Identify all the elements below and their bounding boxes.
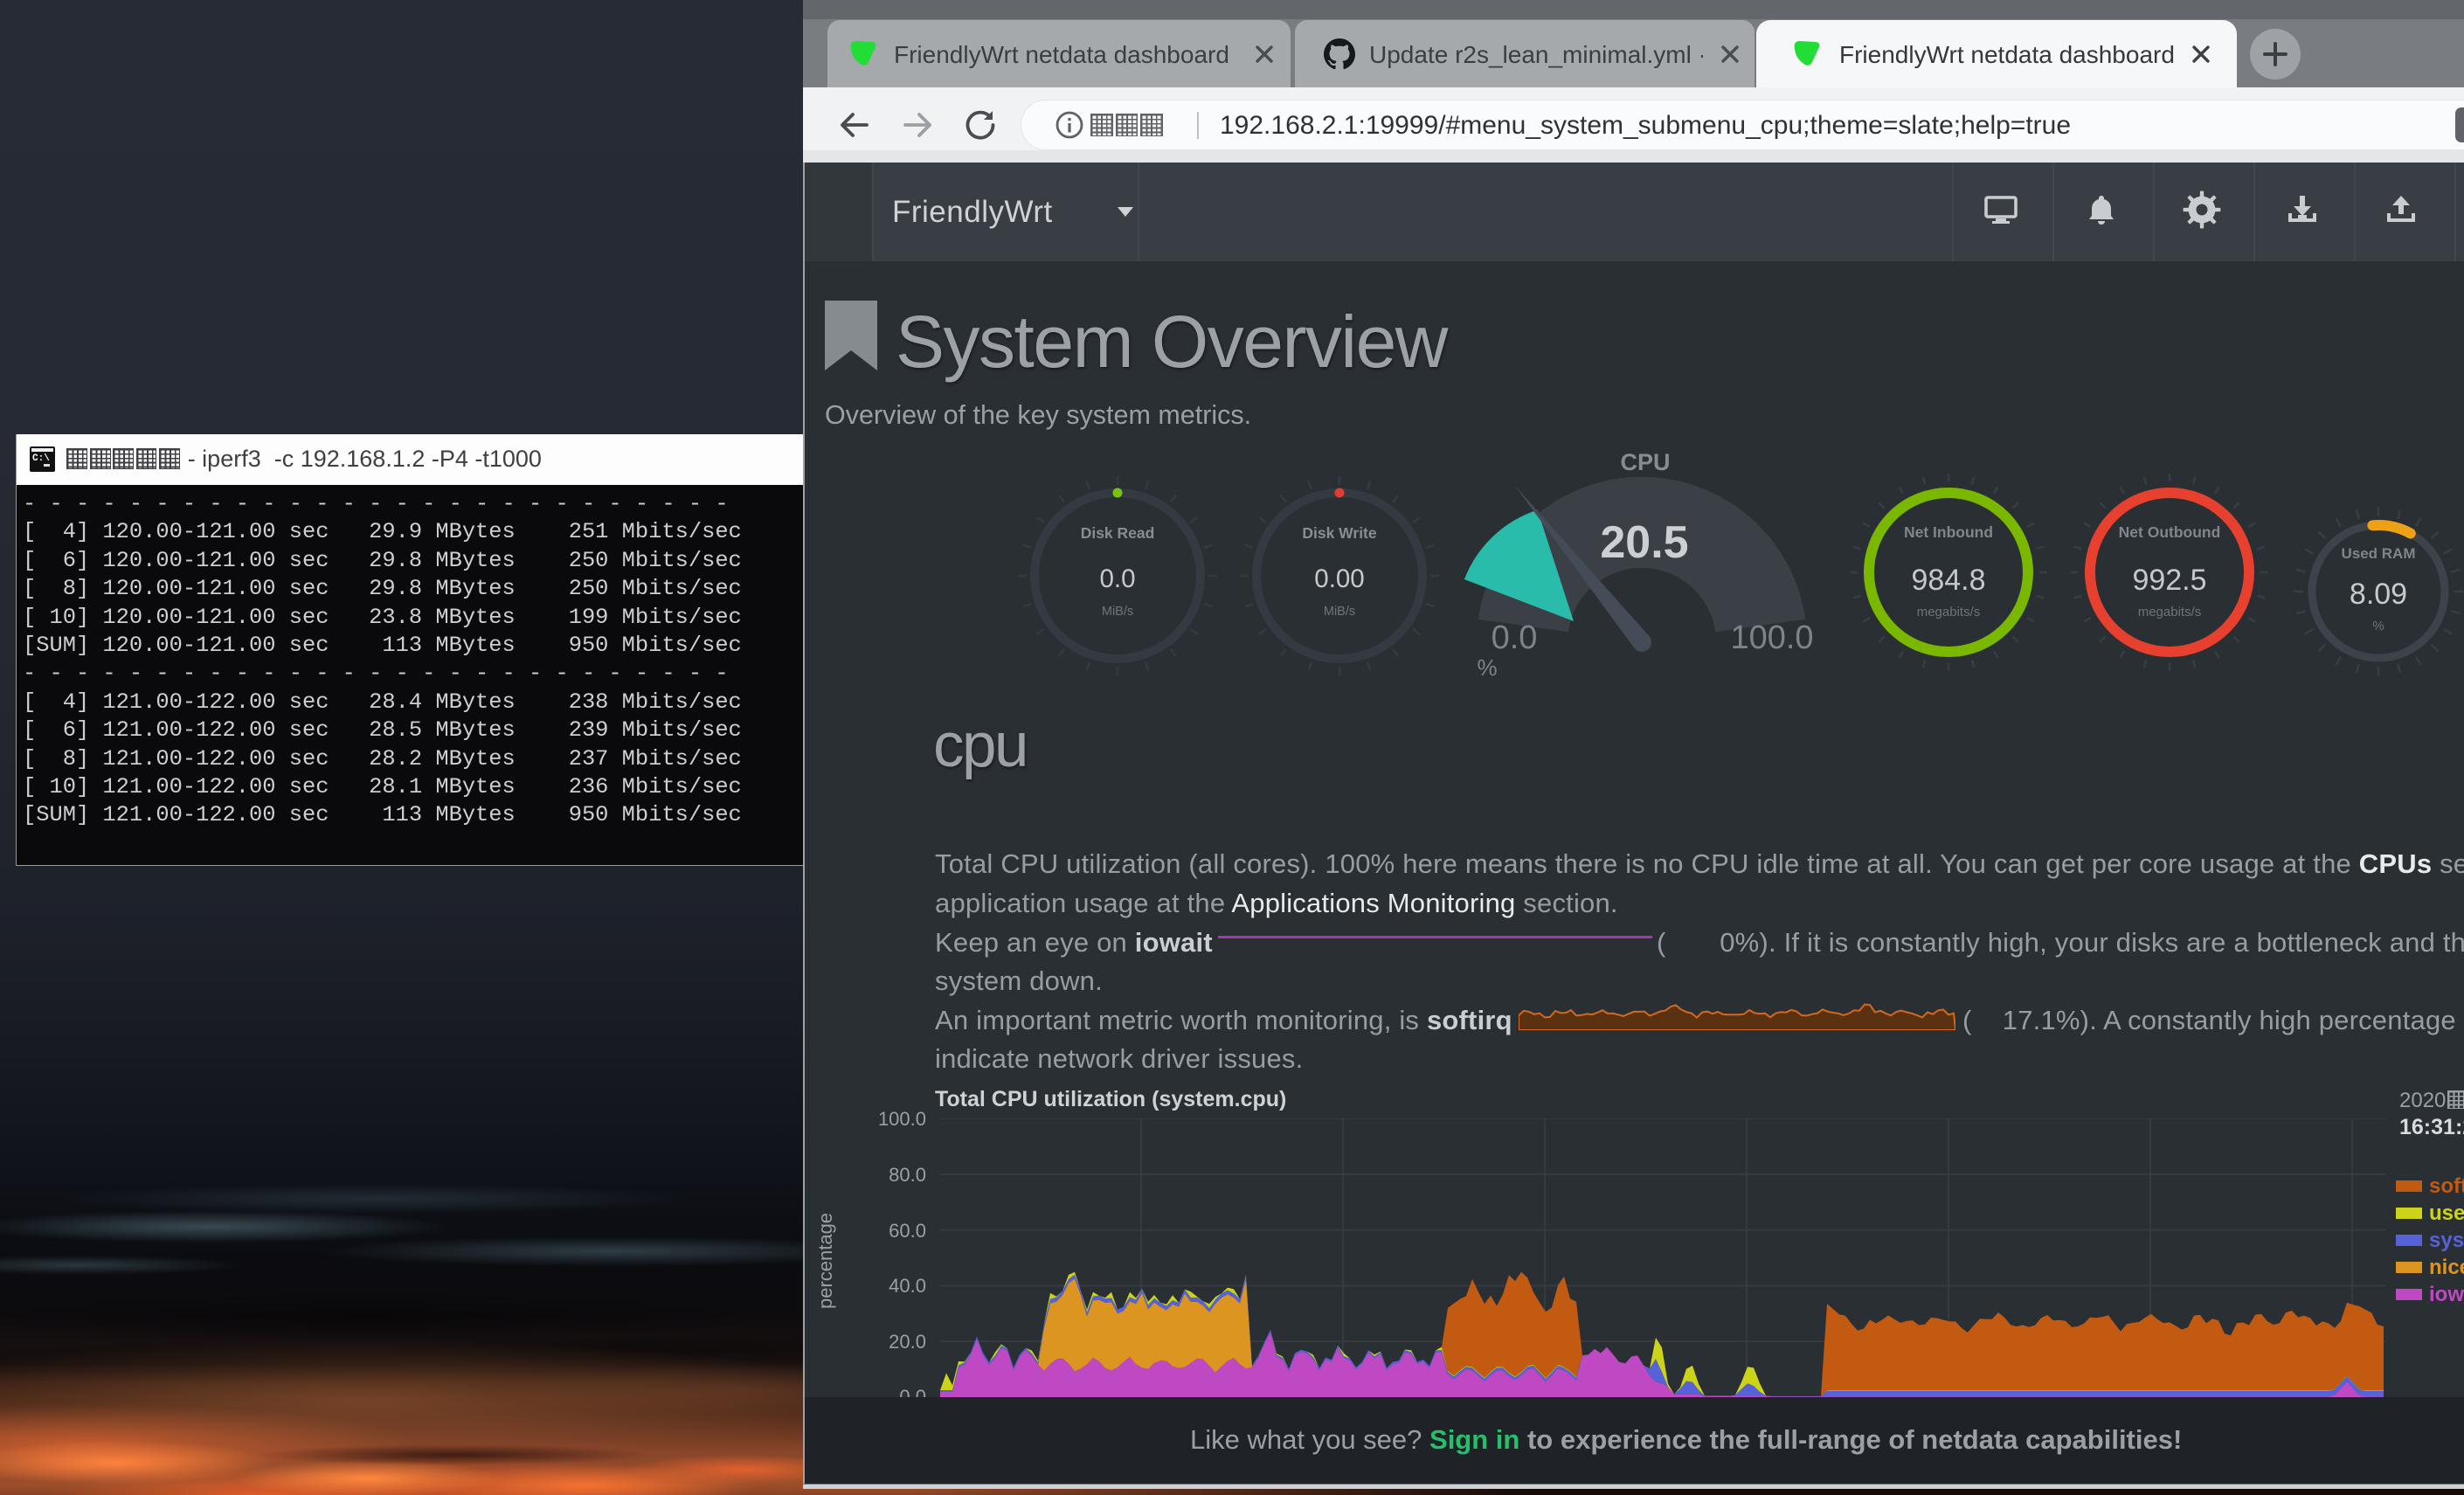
svg-text:8.09: 8.09 <box>2350 578 2407 611</box>
svg-text:%: % <box>2372 619 2384 633</box>
svg-text:CPU: CPU <box>1620 449 1670 475</box>
svg-text:0.0: 0.0 <box>1492 619 1538 656</box>
svg-text:20.5: 20.5 <box>1600 517 1688 568</box>
svg-text:MiB/s: MiB/s <box>1324 605 1355 619</box>
svg-text:Net Inbound: Net Inbound <box>1904 523 1993 541</box>
svg-text:Disk Read: Disk Read <box>1081 524 1155 542</box>
svg-text:0.00: 0.00 <box>1314 564 1364 593</box>
svg-text:Used RAM: Used RAM <box>2341 545 2415 562</box>
svg-text:megabits/s: megabits/s <box>2138 605 2202 619</box>
svg-text:984.8: 984.8 <box>1911 564 1985 597</box>
svg-text:0.0: 0.0 <box>1099 564 1135 593</box>
svg-text:992.5: 992.5 <box>2132 564 2206 597</box>
svg-text:MiB/s: MiB/s <box>1102 605 1133 619</box>
svg-text:100.0: 100.0 <box>1730 619 1813 656</box>
svg-text:Net Outbound: Net Outbound <box>2119 523 2221 541</box>
svg-text:%: % <box>1477 654 1497 681</box>
svg-text:megabits/s: megabits/s <box>1917 605 1981 619</box>
svg-text:Disk Write: Disk Write <box>1302 524 1377 542</box>
